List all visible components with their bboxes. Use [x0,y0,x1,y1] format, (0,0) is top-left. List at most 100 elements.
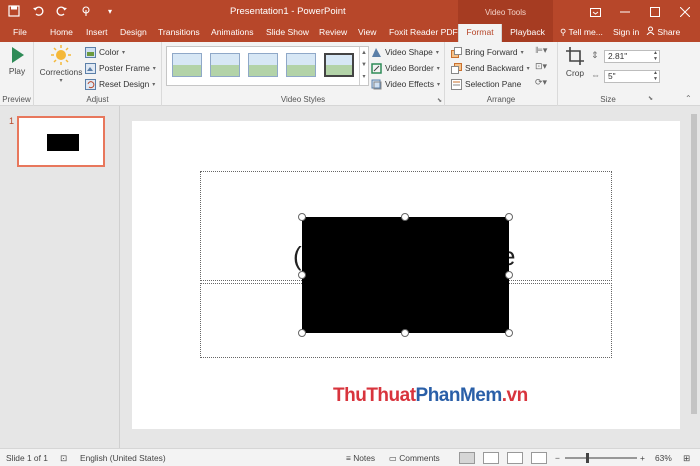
video-object[interactable] [302,217,509,333]
slide-thumbnail[interactable] [17,116,105,167]
resize-handle[interactable] [298,213,306,221]
video-effects-icon [371,79,382,89]
corrections-button[interactable]: Corrections ▾ [38,45,84,84]
height-field[interactable]: 2.81" ▲ ▼ [604,50,660,63]
minimize-icon[interactable] [610,0,640,24]
group-arrange: Bring Forward ▾ Send Backward ▾ Selection … [445,42,558,106]
resize-handle[interactable] [505,213,513,221]
chevron-down-icon[interactable]: ▼ [360,59,368,71]
align-icon[interactable]: ⊫▾ [535,45,547,56]
spelling-icon[interactable]: ⊡ [60,449,67,466]
dialog-launcher-icon[interactable]: ⬊ [648,95,653,102]
video-effects-button[interactable]: Video Effects ▾ [371,77,440,91]
group-label-adjust: Adjust [86,95,109,104]
customize-icon[interactable]: ▾ [102,3,118,19]
rotate-icon[interactable]: ⟳▾ [535,77,547,88]
tell-me-box[interactable]: ⚲ Tell me... [560,24,603,42]
video-style-option[interactable] [210,53,240,77]
selection-pane-icon [451,78,462,90]
tab-review[interactable]: Review [319,24,347,42]
resize-handle[interactable] [401,329,409,337]
window-controls [580,0,700,24]
reading-view-button[interactable] [507,452,523,464]
zoom-in-icon[interactable]: + [640,449,645,466]
chevron-down-icon: ▾ [520,49,524,56]
poster-frame-icon [85,62,96,74]
width-field[interactable]: 5" ▲ ▼ [604,70,660,83]
normal-view-button[interactable] [459,452,475,464]
video-style-option[interactable] [324,53,354,77]
close-icon[interactable] [670,0,700,24]
resize-handle[interactable] [505,329,513,337]
zoom-slider-thumb[interactable] [586,453,589,463]
poster-frame-button[interactable]: Poster Frame ▾ [85,61,156,75]
tab-playback[interactable]: Playback [502,24,553,42]
video-style-option[interactable] [172,53,202,77]
tab-view[interactable]: View [358,24,376,42]
video-style-option[interactable] [286,53,316,77]
slideshow-button[interactable] [531,452,547,464]
tab-home[interactable]: Home [50,24,73,42]
tab-design[interactable]: Design [120,24,147,42]
language[interactable]: English (United States) [80,449,166,466]
share-button[interactable]: Share [646,24,680,42]
spin-arrows-icon[interactable]: ▲ ▼ [653,70,658,82]
video-border-button[interactable]: Video Border ▾ [371,61,440,75]
chevron-down-icon: ▾ [152,81,156,88]
group-icon[interactable]: ⊡▾ [535,61,547,72]
video-shape-button[interactable]: Video Shape ▾ [371,45,439,59]
comment-icon: ▭ [389,453,397,463]
resize-handle[interactable] [298,271,306,279]
tab-foxit-reader-pdf[interactable]: Foxit Reader PDF [389,24,458,42]
sun-icon [51,45,71,65]
tab-animations[interactable]: Animations [211,24,254,42]
window-title: Presentation1 - PowerPoint [230,6,346,17]
group-label-size: Size [600,95,616,104]
ribbon-options-icon[interactable] [580,0,610,24]
sign-in-link[interactable]: Sign in [613,24,639,42]
touch-mode-icon[interactable] [78,3,94,19]
crop-button[interactable]: Crop [562,46,588,78]
crop-icon [566,47,584,65]
tab-transitions[interactable]: Transitions [158,24,200,42]
dialog-launcher-icon[interactable]: ⬊ [437,97,442,104]
zoom-level[interactable]: 63% [655,449,672,466]
zoom-out-icon[interactable]: − [555,449,560,466]
selection-pane-button[interactable]: Selection Pane [451,77,521,91]
send-backward-button[interactable]: Send Backward ▾ [451,61,530,75]
resize-handle[interactable] [298,329,306,337]
vertical-scrollbar[interactable] [688,106,700,448]
video-style-option[interactable] [248,53,278,77]
fit-slide-icon[interactable]: ⊞ [683,449,690,466]
collapse-ribbon-icon[interactable]: ⌃ [685,94,692,103]
play-button[interactable]: Play [3,46,31,76]
more-icon[interactable]: ▾ [360,71,368,83]
chevron-down-icon: ▾ [436,65,440,72]
slide-sorter-button[interactable] [483,452,499,464]
group-label-preview: Preview [2,95,31,104]
video-styles-gallery: ▲ ▼ ▾ [166,46,369,86]
tab-insert[interactable]: Insert [86,24,108,42]
width-icon: ⇔ [591,70,600,80]
save-icon[interactable] [6,3,22,19]
comments-button[interactable]: ▭ Comments [389,449,440,466]
reset-design-button[interactable]: Reset Design ▾ [85,77,155,91]
notes-button[interactable]: ≡ Notes [346,449,375,466]
spin-arrows-icon[interactable]: ▲ ▼ [653,50,658,62]
ribbon: Play Preview Corrections ▾ Color ▾ Poster… [0,42,700,106]
thumbnail-video [47,134,79,151]
chevron-down-icon: ▾ [435,49,439,56]
maximize-icon[interactable] [640,0,670,24]
tab-slide-show[interactable]: Slide Show [266,24,309,42]
resize-handle[interactable] [401,213,409,221]
color-button[interactable]: Color ▾ [85,45,125,59]
bring-forward-button[interactable]: Bring Forward ▾ [451,45,524,59]
tab-file[interactable]: File [13,24,27,42]
undo-icon[interactable] [30,3,46,19]
redo-icon[interactable] [54,3,70,19]
zoom-slider[interactable] [565,457,637,459]
chevron-up-icon[interactable]: ▲ [360,47,368,59]
tab-format[interactable]: Format [458,24,502,42]
resize-handle[interactable] [505,271,513,279]
scrollbar-thumb[interactable] [691,114,697,414]
